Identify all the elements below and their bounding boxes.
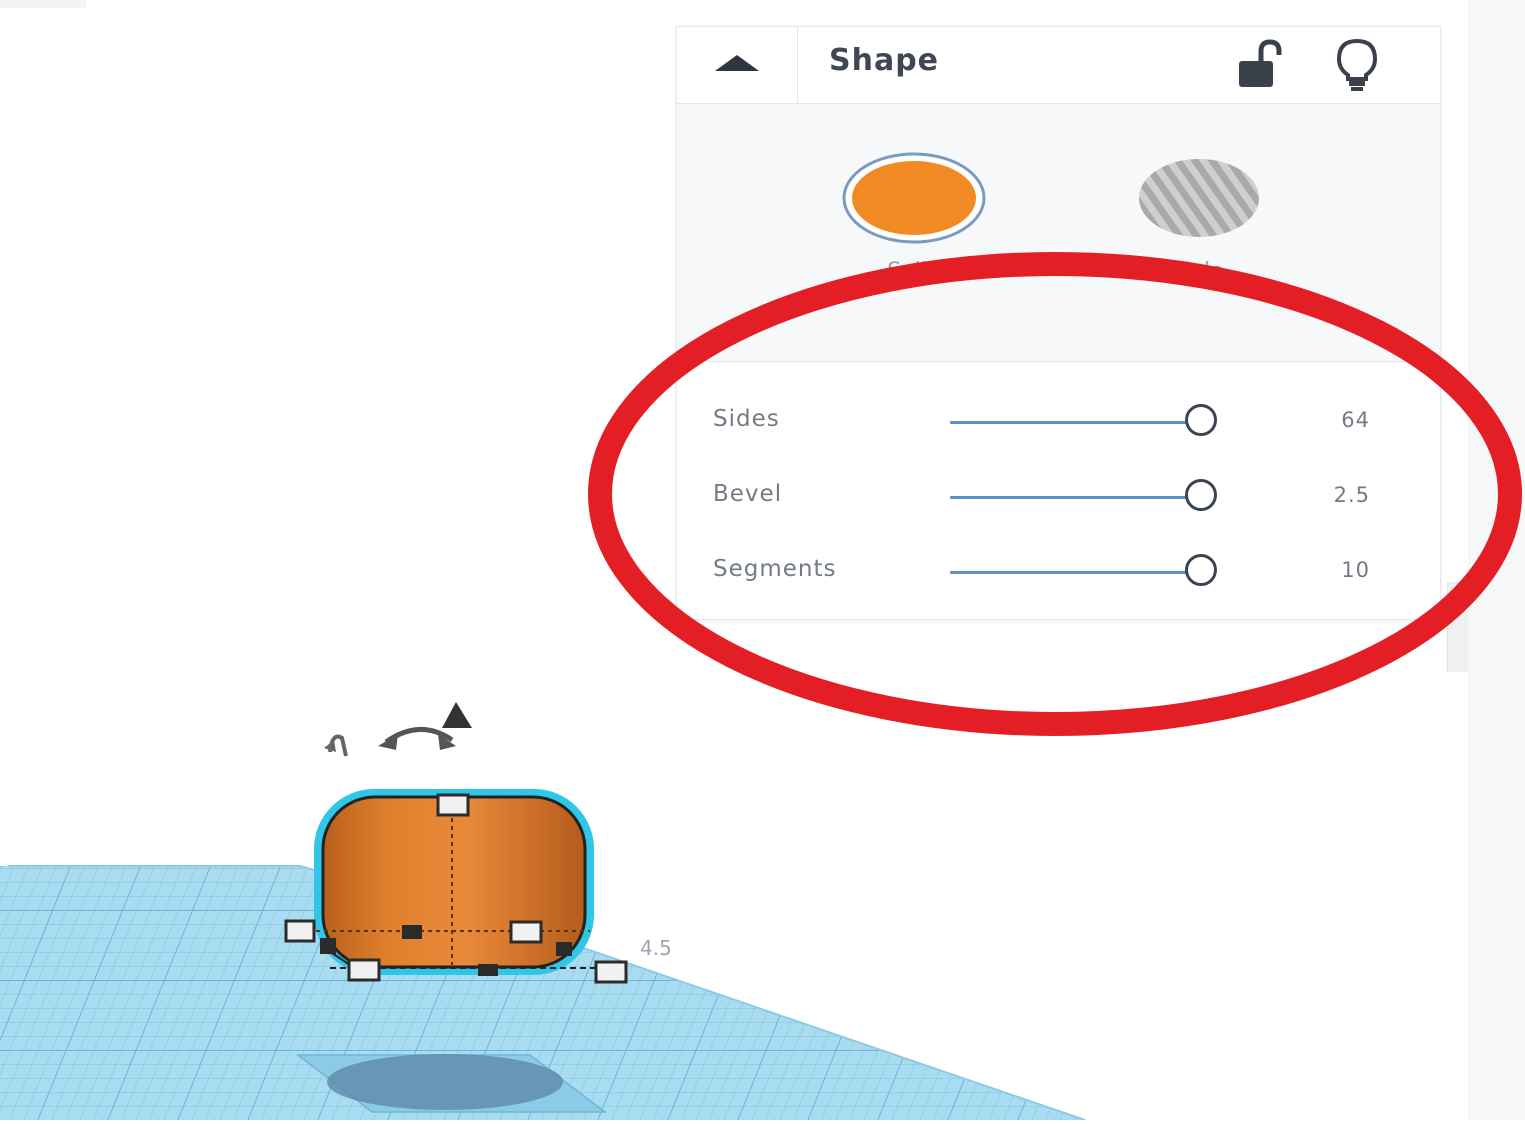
segments-value[interactable]: 10 [1341, 558, 1370, 582]
hint-button[interactable] [1331, 37, 1383, 93]
hole-striped-icon [1139, 159, 1259, 237]
segments-label: Segments [713, 556, 837, 582]
bevel-slider-handle[interactable] [1185, 479, 1217, 511]
panel-title: Shape [829, 43, 940, 78]
side-panel-tab[interactable] [1447, 582, 1468, 672]
lightbulb-icon [1336, 38, 1378, 91]
resize-handle[interactable] [594, 960, 628, 984]
segments-slider-handle[interactable] [1185, 554, 1217, 586]
unlock-icon [1239, 39, 1282, 87]
sides-property-row: Sides 64 [677, 402, 1440, 442]
bevel-property-row: Bevel 2.5 [677, 477, 1440, 517]
segments-slider-track[interactable] [950, 571, 1186, 574]
sides-label: Sides [713, 406, 780, 432]
resize-handle[interactable] [284, 919, 316, 943]
center-handle[interactable] [478, 964, 498, 976]
panel-header: Shape [677, 27, 1440, 104]
rotate-arrow-icon[interactable] [324, 734, 348, 757]
caret-up-icon [715, 55, 759, 71]
collapse-button[interactable] [677, 27, 798, 103]
shape-panel: Shape Solid Hole Sides 64 Bevel 2.5 Segm… [676, 26, 1441, 620]
rotate-arrow-icon[interactable] [378, 727, 456, 750]
bevel-label: Bevel [713, 481, 783, 507]
sides-slider-track[interactable] [950, 421, 1186, 424]
solid-circle-icon [842, 152, 986, 244]
sides-slider-handle[interactable] [1185, 404, 1217, 436]
resize-handle[interactable] [347, 958, 381, 982]
corner-handle[interactable] [320, 938, 336, 954]
hole-label: Hole [1174, 259, 1224, 284]
right-edge-bar [1468, 0, 1525, 1120]
resize-handle[interactable] [436, 793, 470, 817]
top-edge-bar [0, 0, 86, 8]
center-handle[interactable] [402, 925, 422, 939]
lock-button[interactable] [1233, 39, 1285, 91]
shape-properties: Sides 64 Bevel 2.5 Segments 10 [677, 362, 1440, 619]
lift-cone-icon[interactable] [442, 702, 472, 728]
bevel-value[interactable]: 2.5 [1334, 483, 1370, 507]
dimension-fragment: 4.5 [640, 936, 672, 960]
hole-swatch[interactable] [1137, 157, 1261, 239]
corner-handle[interactable] [556, 942, 572, 956]
segments-property-row: Segments 10 [677, 552, 1440, 592]
measurement-text: 4.5 [640, 936, 672, 960]
resize-handle[interactable] [509, 920, 543, 944]
sides-value[interactable]: 64 [1341, 408, 1370, 432]
solid-color-swatch[interactable] [841, 151, 987, 245]
bevel-slider-track[interactable] [950, 496, 1186, 499]
solid-label: Solid [887, 259, 941, 284]
